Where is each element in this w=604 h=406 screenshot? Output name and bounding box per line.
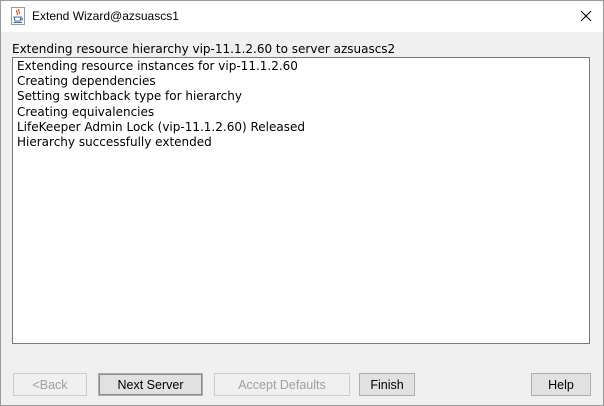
java-cup-icon bbox=[11, 7, 25, 25]
status-line: Extending resource hierarchy vip-11.1.2.… bbox=[12, 42, 396, 56]
close-icon bbox=[580, 10, 592, 22]
next-server-button[interactable]: Next Server bbox=[98, 373, 203, 396]
log-line: Setting switchback type for hierarchy bbox=[17, 89, 242, 104]
log-line: Creating equivalencies bbox=[17, 104, 155, 119]
accept-defaults-button[interactable]: Accept Defaults bbox=[214, 373, 350, 396]
wizard-content: Extending resource hierarchy vip-11.1.2.… bbox=[1, 32, 603, 405]
close-button[interactable] bbox=[569, 1, 603, 31]
finish-button[interactable]: Finish bbox=[359, 373, 415, 396]
back-button[interactable]: <Back bbox=[13, 373, 87, 396]
log-line: LifeKeeper Admin Lock (vip-11.1.2.60) Re… bbox=[17, 119, 305, 134]
window-title: Extend Wizard@azsuascs1 bbox=[32, 9, 179, 23]
log-line: Creating dependencies bbox=[17, 74, 156, 89]
extend-wizard-window: Extend Wizard@azsuascs1 Extending resour… bbox=[0, 0, 604, 406]
log-line: Extending resource instances for vip-11.… bbox=[17, 59, 298, 73]
title-bar[interactable]: Extend Wizard@azsuascs1 bbox=[1, 1, 603, 32]
log-line: Hierarchy successfully extended bbox=[17, 135, 212, 150]
progress-log[interactable]: Extending resource instances for vip-11.… bbox=[12, 57, 590, 344]
help-button[interactable]: Help bbox=[531, 373, 591, 396]
